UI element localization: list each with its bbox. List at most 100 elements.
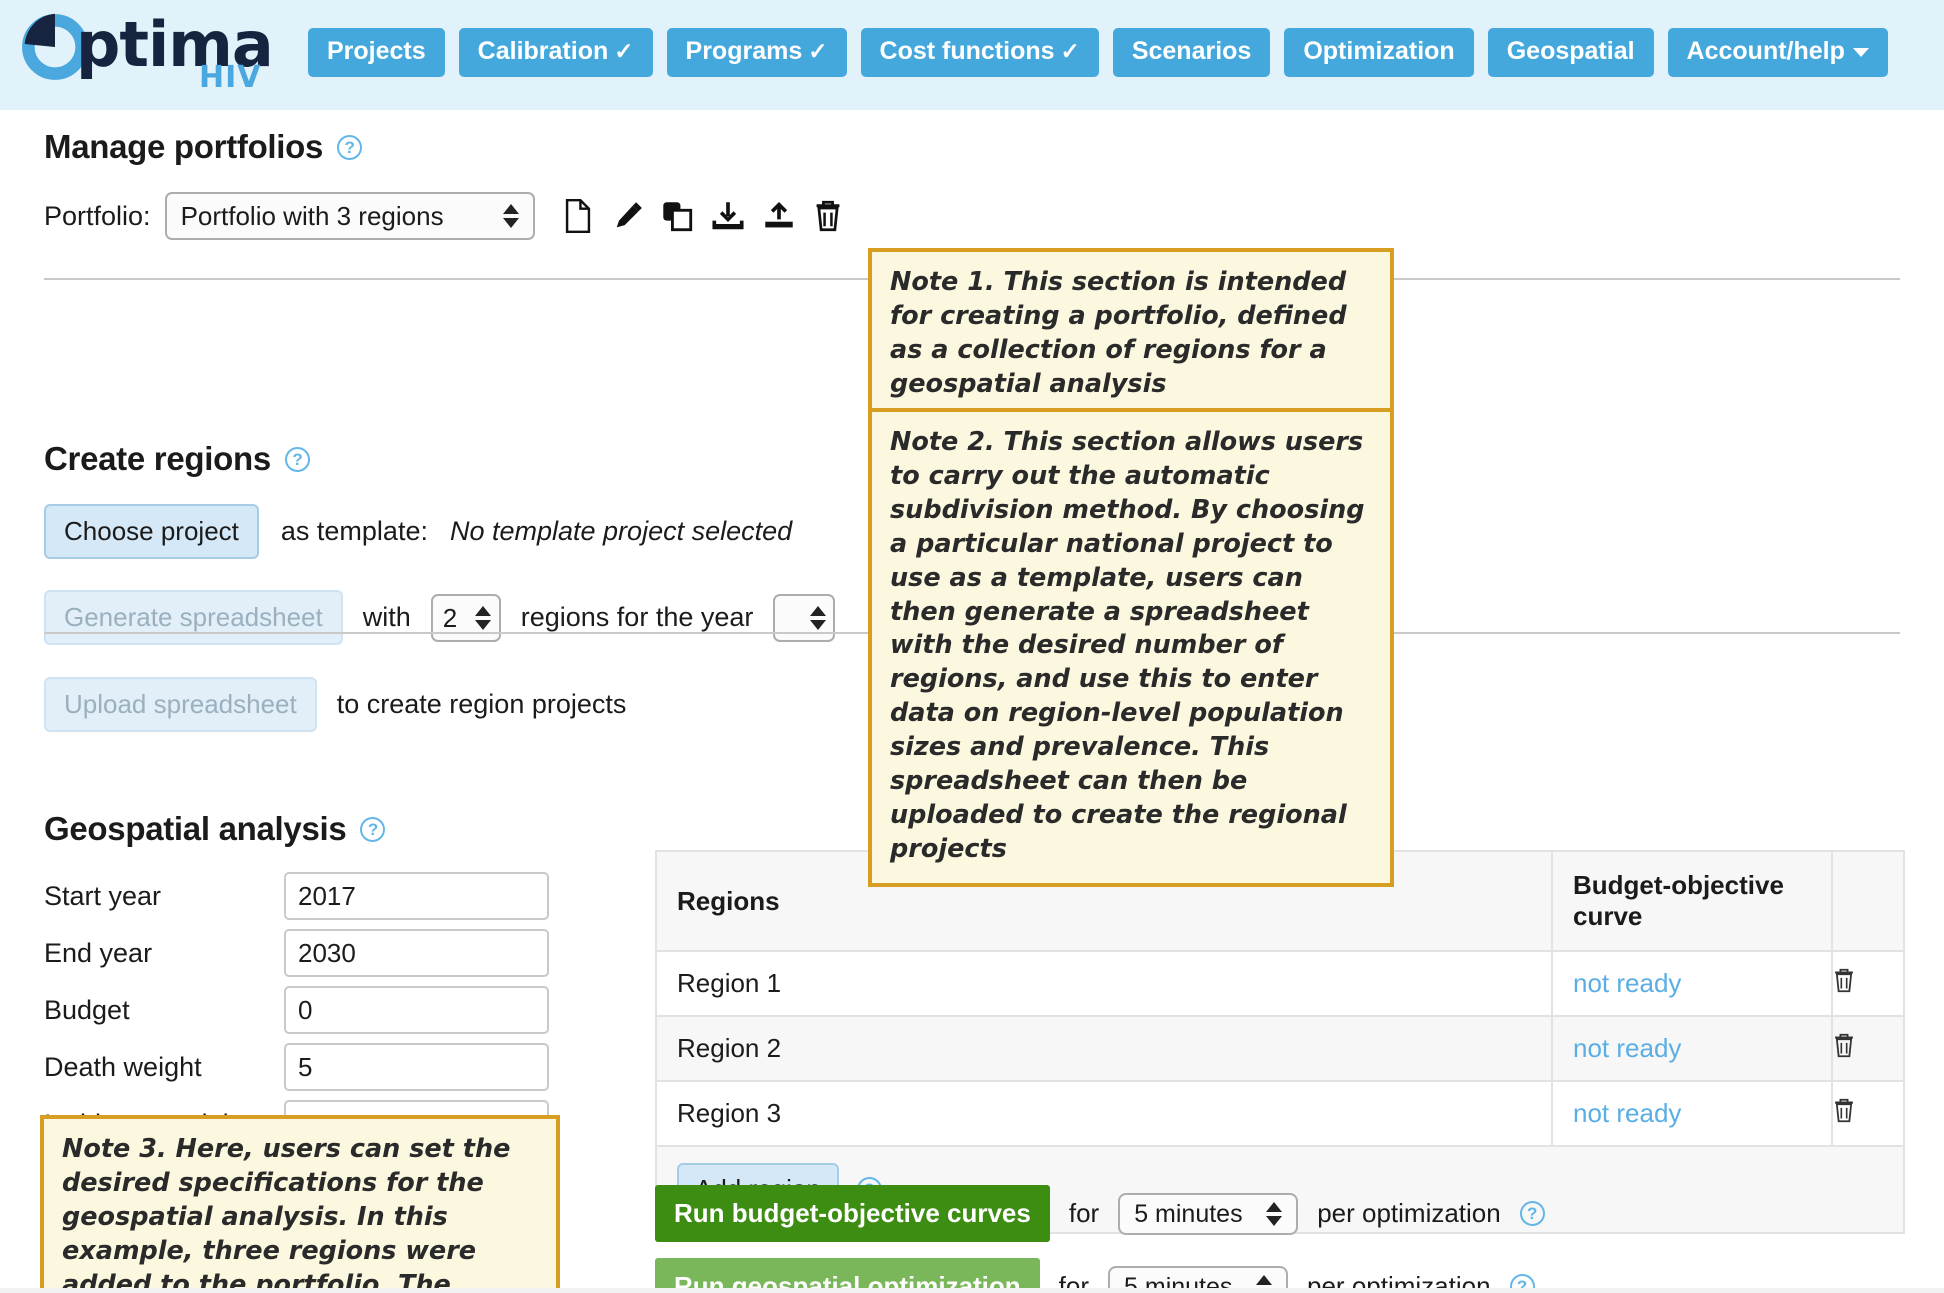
choose-project-row: Choose project as template: No template … xyxy=(44,504,835,559)
geospatial-title: Geospatial analysis xyxy=(44,810,347,847)
new-file-icon[interactable] xyxy=(563,199,593,233)
nav-label: Scenarios xyxy=(1131,37,1252,65)
nav-label: Account/help xyxy=(1686,37,1845,65)
table-row: Region 1 not ready xyxy=(655,950,1905,1017)
field-label: Death weight xyxy=(44,1051,202,1082)
boc-status-link[interactable]: not ready xyxy=(1573,1098,1681,1128)
field-label: Budget xyxy=(44,994,130,1025)
start-year-input[interactable] xyxy=(284,872,549,920)
col-delete xyxy=(1831,850,1905,952)
regions-count-select[interactable]: 2 xyxy=(430,593,501,642)
help-icon[interactable]: ? xyxy=(337,134,363,160)
budget-input[interactable] xyxy=(284,986,549,1034)
geospatial-actions: Run budget-objective curves for 5 minute… xyxy=(655,1185,1545,1293)
portfolio-row: Portfolio: Portfolio with 3 regions xyxy=(44,192,842,240)
nav-label: Programs xyxy=(685,37,803,65)
year-select-wrap xyxy=(773,593,836,642)
field-start-year: Start year xyxy=(44,872,549,920)
boc-status-link[interactable]: not ready xyxy=(1573,1033,1681,1063)
geospatial-form: Start year End year Budget Death weight … xyxy=(44,872,549,1148)
trash-icon[interactable] xyxy=(1833,1033,1855,1064)
bottom-strip xyxy=(0,1288,1944,1293)
trash-icon[interactable] xyxy=(814,200,842,232)
delete-cell xyxy=(1831,1080,1905,1147)
nav-label: Cost functions xyxy=(879,37,1055,65)
check-icon: ✓ xyxy=(614,38,634,64)
as-template-label: as template: xyxy=(280,516,428,546)
field-budget: Budget xyxy=(44,986,549,1034)
regions-table: Regions Budget-objective curve Region 1 … xyxy=(655,850,1905,1234)
col-budget-objective-curve: Budget-objective curve xyxy=(1551,850,1833,952)
upload-spreadsheet-row: Upload spreadsheet to create region proj… xyxy=(44,677,835,732)
regions-count-select-wrap: 2 xyxy=(430,593,501,642)
boc-duration-select-wrap: 5 minutes xyxy=(1118,1192,1299,1235)
region-name: Region 3 xyxy=(655,1080,1553,1147)
nav-projects[interactable]: Projects xyxy=(308,28,445,77)
help-icon[interactable]: ? xyxy=(284,446,310,472)
geospatial-analysis-section: Geospatial analysis ? Start year End yea… xyxy=(44,810,549,1157)
nav-calibration[interactable]: Calibration ✓ xyxy=(458,28,653,77)
generate-spreadsheet-button[interactable]: Generate spreadsheet xyxy=(44,590,343,645)
table-body: Region 1 not ready Region 2 not ready Re… xyxy=(655,950,1905,1147)
boc-duration-select[interactable]: 5 minutes xyxy=(1118,1192,1299,1235)
manage-portfolios-title: Manage portfolios xyxy=(44,128,324,165)
boc-status-cell: not ready xyxy=(1551,950,1833,1017)
nav-label: Calibration xyxy=(477,37,609,65)
table-row: Region 3 not ready xyxy=(655,1080,1905,1147)
nav-geospatial[interactable]: Geospatial xyxy=(1487,28,1654,77)
region-name: Region 1 xyxy=(655,950,1553,1017)
nav-label: Optimization xyxy=(1303,37,1455,65)
field-label: End year xyxy=(44,937,153,968)
nav-optimization[interactable]: Optimization xyxy=(1284,28,1474,77)
delete-cell xyxy=(1831,1015,1905,1082)
boc-status-cell: not ready xyxy=(1551,1080,1833,1147)
edit-pencil-icon[interactable] xyxy=(612,200,642,232)
year-select[interactable] xyxy=(773,593,836,642)
regions-for-year-label: regions for the year xyxy=(520,602,754,632)
nav-account-help[interactable]: Account/help xyxy=(1667,28,1888,77)
portfolio-select-wrap: Portfolio with 3 regions xyxy=(164,192,535,240)
nav-label: Geospatial xyxy=(1506,37,1635,65)
end-year-input[interactable] xyxy=(284,929,549,977)
run-budget-objective-curves-button[interactable]: Run budget-objective curves xyxy=(655,1185,1050,1242)
chevron-down-icon xyxy=(1852,47,1869,57)
logo-subtitle: HIV xyxy=(199,60,262,95)
note-2: Note 2. This section allows users to car… xyxy=(868,408,1394,887)
upload-icon[interactable] xyxy=(763,201,795,231)
trash-icon[interactable] xyxy=(1833,968,1855,999)
download-icon[interactable] xyxy=(712,201,744,231)
nav-programs[interactable]: Programs ✓ xyxy=(666,28,847,77)
portfolio-actions xyxy=(563,199,842,233)
create-regions-heading: Create regions ? xyxy=(44,440,835,478)
upload-suffix-label: to create region projects xyxy=(336,689,627,719)
nav-items: Projects Calibration ✓ Programs ✓ Cost fun… xyxy=(308,28,1888,77)
boc-status-cell: not ready xyxy=(1551,1015,1833,1082)
field-end-year: End year xyxy=(44,929,549,977)
optima-hiv-logo[interactable]: ptima HIV xyxy=(14,4,274,104)
help-icon[interactable]: ? xyxy=(360,816,386,842)
help-icon[interactable]: ? xyxy=(1519,1201,1545,1226)
template-project-value: No template project selected xyxy=(449,516,793,546)
for-label: for xyxy=(1068,1198,1100,1228)
trash-icon[interactable] xyxy=(1833,1098,1855,1129)
portfolio-label: Portfolio: xyxy=(44,200,151,231)
field-death-weight: Death weight xyxy=(44,1043,549,1091)
boc-status-link[interactable]: not ready xyxy=(1573,968,1681,998)
manage-portfolios-section: Manage portfolios ? Portfolio: Portfolio… xyxy=(44,128,842,240)
duplicate-icon[interactable] xyxy=(661,200,693,232)
nav-label: Projects xyxy=(327,37,426,65)
field-label: Start year xyxy=(44,880,162,911)
death-weight-input[interactable] xyxy=(284,1043,549,1091)
choose-project-button[interactable]: Choose project xyxy=(44,504,259,559)
upload-spreadsheet-button[interactable]: Upload spreadsheet xyxy=(44,677,317,732)
create-regions-title: Create regions xyxy=(44,440,271,477)
generate-spreadsheet-row: Generate spreadsheet with 2 regions for … xyxy=(44,590,836,645)
run-boc-row: Run budget-objective curves for 5 minute… xyxy=(655,1185,1545,1242)
check-icon: ✓ xyxy=(1060,38,1080,64)
nav-scenarios[interactable]: Scenarios xyxy=(1112,28,1271,77)
note-1: Note 1. This section is intended for cre… xyxy=(868,248,1394,422)
portfolio-select[interactable]: Portfolio with 3 regions xyxy=(164,192,535,240)
note-3: Note 3. Here, users can set the desired … xyxy=(40,1115,560,1293)
delete-cell xyxy=(1831,950,1905,1017)
nav-cost-functions[interactable]: Cost functions ✓ xyxy=(860,28,1099,77)
